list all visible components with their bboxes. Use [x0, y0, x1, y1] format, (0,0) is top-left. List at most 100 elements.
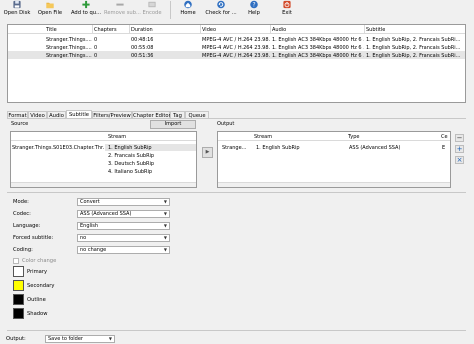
cell-title: Stranger.Things....	[46, 53, 92, 59]
output-file-name[interactable]: Strange...	[222, 145, 246, 151]
secondary-color-swatch[interactable]	[13, 280, 24, 291]
output-column-ce[interactable]: Ce	[441, 134, 448, 140]
home-label: Home	[180, 10, 196, 16]
forced-subtitle-label: Forced subtitle:	[13, 235, 54, 241]
source-list-header: Stream	[11, 132, 196, 141]
import-button[interactable]: Import	[150, 120, 196, 129]
encode-icon	[148, 1, 156, 8]
source-stream-item-selected[interactable]: 1. English SubRip	[105, 144, 196, 151]
mode-value: Convert	[80, 199, 100, 205]
column-header-video[interactable]: Video	[202, 27, 216, 33]
add-to-queue-label: Add to qu...	[70, 10, 102, 16]
table-row[interactable]: Stranger.Things.... 0 00:55:08 MPEG-4 AV…	[8, 43, 465, 51]
cell-chapters: 0	[94, 53, 98, 59]
clear-output-button[interactable]: ×	[455, 156, 464, 164]
output-type[interactable]: ASS (Advanced SSA)	[349, 145, 400, 151]
source-file-name[interactable]: Stranger.Things.S01E03.Chapter.Thr...	[12, 145, 104, 151]
file-list-table[interactable]: Title Chapters Duration Video Audio Subt…	[7, 24, 466, 103]
output-column-stream[interactable]: Stream	[254, 134, 272, 140]
source-label: Source	[11, 121, 29, 127]
window-scrollbar[interactable]	[468, 24, 473, 103]
table-row-selected[interactable]: Stranger.Things.... 0 00:51:36 MPEG-4 AV…	[8, 51, 465, 59]
coding-select[interactable]: no change ▼	[77, 246, 170, 254]
home-button[interactable]: Home	[176, 0, 200, 20]
language-label: Language:	[13, 223, 41, 229]
shadow-color-label: Shadow	[27, 311, 48, 317]
source-stream-item[interactable]: 3. Deutsch SubRip	[108, 161, 154, 167]
output-stream[interactable]: 1. English SubRip	[256, 145, 300, 151]
cell-audio: 1. English AC3 384Kbps 48000 Hz 6 ...	[272, 53, 364, 59]
forced-subtitle-select[interactable]: no ▼	[77, 234, 170, 242]
remove-subtitle-button[interactable]: Remove sub...	[104, 0, 141, 20]
open-disk-button[interactable]: Open Disk	[2, 0, 32, 20]
disk-icon	[13, 0, 21, 9]
column-divider	[92, 25, 93, 34]
open-file-button[interactable]: Open File	[36, 0, 64, 20]
secondary-color-label: Secondary	[27, 283, 55, 289]
color-change-label: Color change	[22, 258, 57, 264]
codec-value: ASS (Advanced SSA)	[80, 211, 132, 217]
output-stream-list[interactable]: Stream Type Ce Strange... 1. English Sub…	[217, 131, 451, 188]
column-header-title[interactable]: Title	[46, 27, 57, 33]
output-label: Output	[217, 121, 235, 127]
output-horizontal-scrollbar[interactable]	[218, 182, 450, 187]
output-mode-select[interactable]: Save to folder ▼	[45, 335, 115, 343]
chevron-down-icon: ▼	[108, 336, 112, 341]
check-for-updates-button[interactable]: Check for ...	[204, 0, 238, 20]
output-mode-label: Output:	[6, 336, 26, 342]
add-output-button[interactable]: +	[455, 145, 464, 153]
output-extra[interactable]: E	[442, 145, 445, 151]
toolbar-separator	[170, 1, 171, 19]
outline-color-swatch[interactable]	[13, 294, 24, 305]
primary-color-label: Primary	[27, 269, 48, 275]
mode-select[interactable]: Convert ▼	[77, 198, 170, 206]
output-mode-value: Save to folder	[48, 336, 83, 342]
column-header-audio[interactable]: Audio	[272, 27, 286, 33]
source-stream-item[interactable]: 4. Italiano SubRip	[108, 169, 152, 175]
remove-subtitle-label: Remove sub...	[104, 10, 141, 16]
primary-color-swatch[interactable]	[13, 266, 24, 277]
column-header-duration[interactable]: Duration	[131, 27, 153, 33]
encode-button[interactable]: Encode	[138, 0, 166, 20]
outline-color-label: Outline	[27, 297, 46, 303]
source-stream-list[interactable]: Stream Stranger.Things.S01E03.Chapter.Th…	[10, 131, 197, 188]
help-icon: ?	[250, 0, 258, 9]
output-column-type[interactable]: Type	[348, 134, 359, 140]
open-disk-label: Open Disk	[3, 10, 31, 16]
source-stream-item[interactable]: 2. Francais SubRip	[108, 153, 154, 159]
column-divider	[270, 25, 271, 34]
forced-subtitle-value: no	[80, 235, 87, 241]
remove-output-button[interactable]: −	[455, 134, 464, 142]
folder-icon	[46, 2, 54, 9]
column-header-subtitle[interactable]: Subtitle	[366, 27, 385, 33]
source-horizontal-scrollbar[interactable]	[11, 182, 196, 187]
open-file-label: Open File	[37, 10, 63, 16]
file-list-header: Title Chapters Duration Video Audio Subt…	[8, 25, 465, 34]
coding-label: Coding:	[13, 247, 33, 253]
chevron-down-icon: ▼	[163, 211, 167, 216]
language-select[interactable]: English ▼	[77, 222, 170, 230]
coding-value: no change	[80, 247, 107, 253]
add-to-queue-button[interactable]: Add to qu...	[70, 0, 102, 20]
color-change-checkbox[interactable]	[13, 258, 19, 264]
add-stream-arrow-button[interactable]: ▶	[202, 147, 213, 158]
minus-icon	[116, 3, 124, 6]
help-button[interactable]: ? Help	[243, 0, 265, 20]
source-column-stream[interactable]: Stream	[108, 134, 126, 140]
codec-select[interactable]: ASS (Advanced SSA) ▼	[77, 210, 170, 218]
language-value: English	[80, 223, 99, 229]
output-list-header: Stream Type Ce	[218, 132, 450, 141]
exit-button[interactable]: Exit	[276, 0, 298, 20]
table-row[interactable]: Stranger.Things.... 0 00:48:16 MPEG-4 AV…	[8, 35, 465, 43]
exit-icon	[283, 0, 291, 9]
chevron-down-icon: ▼	[163, 247, 167, 252]
svg-text:?: ?	[252, 3, 255, 9]
check-for-updates-label: Check for ...	[205, 10, 237, 16]
chevron-down-icon: ▼	[163, 223, 167, 228]
column-header-chapters[interactable]: Chapters	[94, 27, 117, 33]
plus-icon	[82, 0, 90, 9]
encode-label: Encode	[142, 10, 162, 16]
codec-label: Codec:	[13, 211, 31, 217]
shadow-color-swatch[interactable]	[13, 308, 24, 319]
mode-label: Mode:	[13, 199, 29, 205]
